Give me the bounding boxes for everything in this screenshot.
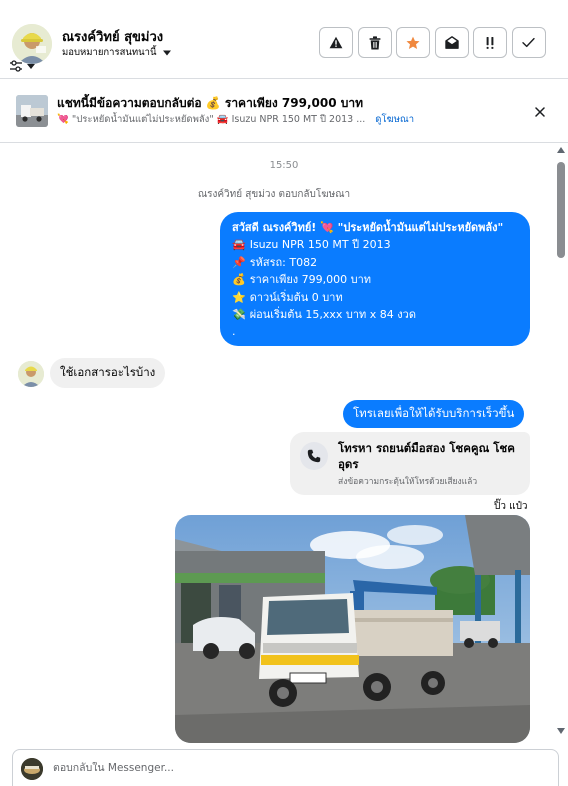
ad-title: แชทนี้มีข้อความตอบกลับต่อ 💰 ราคาเพียง 79… xyxy=(57,96,364,110)
message-line-text: ผ่อนเริ่มต้น 15,xxx บาท x 84 งวด xyxy=(249,308,416,322)
message-line: 🚘 Isuzu NPR 150 MT ปี 2013 xyxy=(232,236,518,253)
ad-context-banner: แชทนี้มีข้อความตอบกลับต่อ 💰 ราคาเพียง 79… xyxy=(0,79,568,143)
ad-subtitle: 💘 "ประหยัดน้ำมันแต่ไม่ประหยัดพลัง" 🚘 Isu… xyxy=(57,114,366,125)
truck-photo-attachment[interactable] xyxy=(175,515,530,743)
reply-composer xyxy=(12,749,559,786)
close-icon xyxy=(535,107,545,117)
incoming-message[interactable]: ใช้เอกสารอะไรบ้าง xyxy=(50,358,166,388)
message-line: 💸 ผ่อนเริ่มต้น 15,xxx บาท x 84 งวด xyxy=(232,306,518,323)
delete-button[interactable] xyxy=(357,27,392,58)
sliders-icon xyxy=(10,60,22,72)
message-timestamp: 15:50 xyxy=(269,160,299,171)
scrollbar-thumb[interactable] xyxy=(557,162,565,258)
ad-thumbnail[interactable] xyxy=(16,95,48,127)
scroll-down-arrow-icon[interactable] xyxy=(557,728,565,734)
message-line-text: ราคาเพียง 799,000 บาท xyxy=(249,273,372,287)
star-icon xyxy=(406,36,420,49)
phone-icon xyxy=(307,449,321,463)
car-emoji-icon: 🚘 xyxy=(232,238,246,252)
envelope-open-icon xyxy=(444,36,459,49)
mark-done-button[interactable] xyxy=(511,27,546,58)
message-line-text: รหัสรถ: T082 xyxy=(249,255,318,269)
mark-followup-button[interactable] xyxy=(473,27,507,58)
thread-scrollbar[interactable] xyxy=(555,143,567,743)
outgoing-message[interactable]: โทรเลยเพื่อให้ได้รับบริการเร็วขึ้น xyxy=(343,400,525,428)
page-avatar xyxy=(21,758,43,780)
caret-down-icon xyxy=(27,64,35,69)
assign-conversation-label: มอบหมายการสนทนานี้ xyxy=(62,47,157,58)
phone-icon-wrapper xyxy=(300,442,328,470)
contact-name[interactable]: ณรงค์วิทย์ สุขม่วง xyxy=(62,26,163,47)
pin-emoji-icon: 📌 xyxy=(232,255,246,269)
ad-subtitle-row: 💘 "ประหยัดน้ำมันแต่ไม่ประหยัดพลัง" 🚘 Isu… xyxy=(57,112,414,127)
money-bag-emoji-icon: 💰 xyxy=(232,273,246,287)
call-card-subtitle: ส่งข้อความกระตุ้นให้โทรด้วยเสียงแล้ว xyxy=(338,477,478,487)
check-icon xyxy=(522,37,535,48)
view-ad-link[interactable]: ดูโฆษณา xyxy=(375,112,414,127)
warning-icon xyxy=(329,36,343,49)
message-line: ⭐ ดาวน์เริ่มต้น 0 บาท xyxy=(232,289,518,306)
caret-down-icon xyxy=(162,50,171,55)
assign-conversation-dropdown[interactable]: มอบหมายการสนทนานี้ xyxy=(62,45,172,60)
money-wings-emoji-icon: 💸 xyxy=(232,308,246,322)
star-emoji-icon: ⭐ xyxy=(232,290,246,304)
ad-reply-note: ณรงค์วิทย์ สุขม่วง ตอบกลับโฆษณา xyxy=(197,189,351,200)
message-line: 💰 ราคาเพียง 799,000 บาท xyxy=(232,271,518,288)
trash-icon xyxy=(369,35,380,49)
mark-unread-button[interactable] xyxy=(434,27,469,58)
follow-up-icon xyxy=(486,36,494,49)
message-line: สวัสดี ณรงค์วิทย์! 💘 "ประหยัดน้ำมันแต่ไม… xyxy=(232,219,518,236)
conversation-header: ณรงค์วิทย์ สุขม่วง มอบหมายการสนทนานี้ xyxy=(0,0,568,79)
close-banner-button[interactable] xyxy=(531,103,549,121)
call-request-card[interactable]: โทรหา รถยนต์มือสอง โชคคูณ โชค อุดร ส่งข้… xyxy=(290,432,530,495)
message-line-text: Isuzu NPR 150 MT ปี 2013 xyxy=(249,238,391,252)
reply-input[interactable] xyxy=(53,762,533,774)
star-button[interactable] xyxy=(396,27,430,58)
message-thread[interactable]: 15:50 ณรงค์วิทย์ สุขม่วง ตอบกลับโฆษณา สว… xyxy=(0,143,568,743)
filter-dropdown[interactable] xyxy=(9,58,43,74)
report-button[interactable] xyxy=(319,27,353,58)
sender-label: ปิ๊ว แป๋ว xyxy=(494,501,528,512)
message-line: 📌 รหัสรถ: T082 xyxy=(232,254,518,271)
message-line-text: ดาวน์เริ่มต้น 0 บาท xyxy=(249,290,343,304)
call-card-title: โทรหา รถยนต์มือสอง โชคคูณ โชค อุดร xyxy=(338,441,515,471)
header-actions xyxy=(319,27,546,58)
outgoing-ad-message[interactable]: สวัสดี ณรงค์วิทย์! 💘 "ประหยัดน้ำมันแต่ไม… xyxy=(220,212,530,346)
message-line: . xyxy=(232,323,518,340)
scroll-up-arrow-icon[interactable] xyxy=(557,147,565,153)
message-line-text: สวัสดี ณรงค์วิทย์! 💘 "ประหยัดน้ำมันแต่ไม… xyxy=(232,221,504,234)
message-line-text: . xyxy=(232,325,236,339)
sender-avatar[interactable] xyxy=(18,361,44,387)
